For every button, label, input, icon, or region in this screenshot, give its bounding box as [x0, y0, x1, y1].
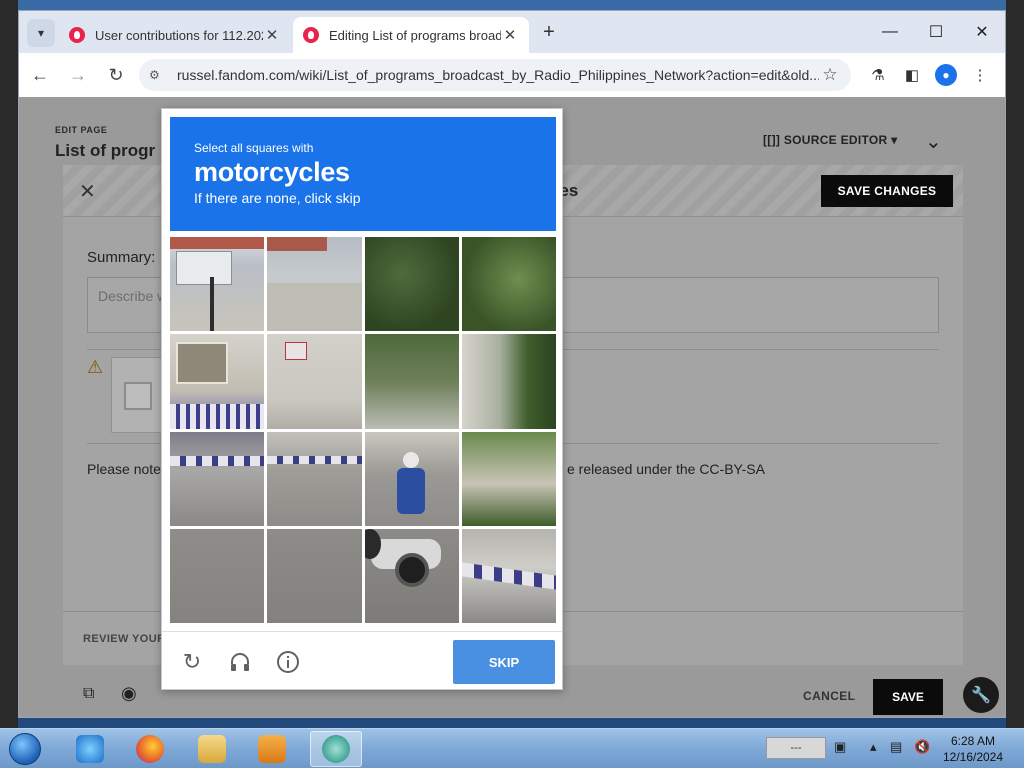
url-text[interactable]: russel.fandom.com/wiki/List_of_programs_…: [177, 67, 819, 83]
fandom-favicon-icon: [303, 27, 319, 43]
labs-flask-icon[interactable]: ⚗: [861, 59, 895, 91]
edit-header: EDIT PAGE List of progr: [55, 125, 155, 161]
source-editor-dropdown[interactable]: [[]] SOURCE EDITOR ▾: [763, 133, 897, 147]
info-icon[interactable]: [274, 648, 302, 676]
start-button[interactable]: [4, 731, 46, 767]
challenge-footer: ↻ SKIP: [162, 631, 562, 689]
menu-kebab-icon[interactable]: ⋮: [963, 59, 997, 91]
challenge-instruction: Select all squares with: [194, 141, 314, 155]
tab-user-contributions[interactable]: User contributions for 112.202 ✕: [59, 17, 291, 53]
challenge-header: Select all squares with motorcycles If t…: [170, 117, 556, 231]
file-explorer-icon[interactable]: [186, 731, 238, 767]
close-icon[interactable]: ✕: [263, 26, 281, 44]
grid-tile[interactable]: [170, 431, 265, 526]
grid-tile[interactable]: [461, 431, 556, 526]
recaptcha-challenge: Select all squares with motorcycles If t…: [161, 108, 563, 690]
network-icon[interactable]: ▤: [890, 739, 902, 755]
grid-tile[interactable]: [364, 334, 459, 429]
system-clock[interactable]: 6:28 AM 12/16/2024: [936, 733, 1010, 765]
grid-tile[interactable]: [170, 334, 265, 429]
grid-tile[interactable]: [267, 431, 362, 526]
window-controls: — ☐ ✕: [867, 11, 1005, 53]
chrome-app-icon[interactable]: [310, 731, 362, 767]
notice-right: e released under the CC-BY-SA: [567, 461, 765, 477]
challenge-target: motorcycles: [194, 157, 350, 187]
close-icon[interactable]: ✕: [501, 26, 519, 44]
tab-strip: ▾ User contributions for 112.202 ✕ Editi…: [19, 11, 1005, 53]
side-panel-icon[interactable]: ◧: [895, 59, 929, 91]
grid-tile[interactable]: [364, 431, 459, 526]
grid-tile[interactable]: [364, 237, 459, 332]
grid-tile[interactable]: [461, 237, 556, 332]
challenge-hint: If there are none, click skip: [194, 190, 361, 206]
profile-avatar-icon[interactable]: ●: [935, 64, 957, 86]
review-changes-link[interactable]: REVIEW YOUR: [83, 633, 165, 645]
summary-label: Summary:: [87, 249, 156, 266]
reload-challenge-icon[interactable]: ↻: [178, 648, 206, 676]
tab-editing-list[interactable]: Editing List of programs broad ✕: [293, 17, 529, 53]
tray-status-box[interactable]: ---: [766, 737, 826, 759]
edit-page-eyebrow: EDIT PAGE: [55, 125, 108, 135]
skip-button[interactable]: SKIP: [453, 640, 555, 684]
toolbar-right: ⚗ ◧ ● ⋮: [861, 59, 997, 91]
audio-headphones-icon[interactable]: [226, 648, 254, 676]
back-icon[interactable]: ←: [23, 58, 57, 92]
grid-tile[interactable]: [267, 528, 362, 623]
taskbar: --- ▣ ▴ ▤ 🔇 6:28 AM 12/16/2024: [0, 728, 1024, 768]
chevron-down-icon[interactable]: ⌄: [925, 129, 942, 154]
challenge-image-grid: [170, 237, 556, 623]
preview-eye-icon[interactable]: ◉: [121, 683, 137, 704]
minimize-icon[interactable]: —: [867, 11, 913, 53]
firefox-icon[interactable]: [124, 731, 176, 767]
grid-tile[interactable]: [267, 237, 362, 332]
maximize-icon[interactable]: ☐: [913, 11, 959, 53]
desktop-edge-right: [1006, 0, 1024, 728]
media-player-icon[interactable]: [246, 731, 298, 767]
browser-toolbar: ← → ↻ ⚙ russel.fandom.com/wiki/List_of_p…: [19, 53, 1005, 97]
grid-tile[interactable]: [461, 528, 556, 623]
clock-time: 6:28 AM: [950, 734, 996, 748]
recaptcha-checkbox[interactable]: [124, 382, 152, 410]
close-icon[interactable]: ✕: [79, 179, 96, 204]
volume-muted-icon[interactable]: 🔇: [914, 739, 930, 755]
reload-icon[interactable]: ↻: [99, 58, 133, 92]
tab-search-button[interactable]: ▾: [27, 19, 55, 47]
internet-explorer-icon[interactable]: [64, 731, 116, 767]
bookmark-star-icon[interactable]: ☆: [819, 65, 841, 85]
grid-tile[interactable]: [170, 237, 265, 332]
cancel-button[interactable]: CANCEL: [803, 689, 855, 703]
tab-title: Editing List of programs broad: [329, 27, 501, 43]
page-title: List of progr: [55, 141, 156, 160]
clock-date: 12/16/2024: [942, 750, 1004, 764]
warning-icon: ⚠: [87, 357, 104, 377]
address-bar[interactable]: ⚙ russel.fandom.com/wiki/List_of_program…: [139, 59, 851, 91]
grid-tile[interactable]: [267, 334, 362, 429]
grid-tile[interactable]: [461, 334, 556, 429]
fandom-favicon-icon: [69, 27, 85, 43]
show-hidden-icons-icon[interactable]: ▴: [870, 739, 877, 755]
battery-plug-icon[interactable]: ▣: [834, 739, 846, 755]
notice-left: Please note: [87, 461, 161, 477]
grid-tile[interactable]: [170, 528, 265, 623]
grid-tile[interactable]: [364, 528, 459, 623]
diff-icon[interactable]: ⧉: [83, 685, 94, 703]
desktop-edge-left: [0, 0, 18, 728]
site-info-icon[interactable]: ⚙: [149, 68, 169, 82]
save-changes-button[interactable]: SAVE CHANGES: [821, 175, 953, 207]
new-tab-button[interactable]: +: [537, 21, 561, 44]
tab-title: User contributions for 112.202: [95, 27, 263, 43]
wrench-icon[interactable]: 🔧: [963, 677, 999, 713]
forward-icon[interactable]: →: [61, 58, 95, 92]
close-window-icon[interactable]: ✕: [959, 11, 1005, 53]
windows-orb-icon: [9, 733, 41, 765]
save-button[interactable]: SAVE: [873, 679, 943, 715]
